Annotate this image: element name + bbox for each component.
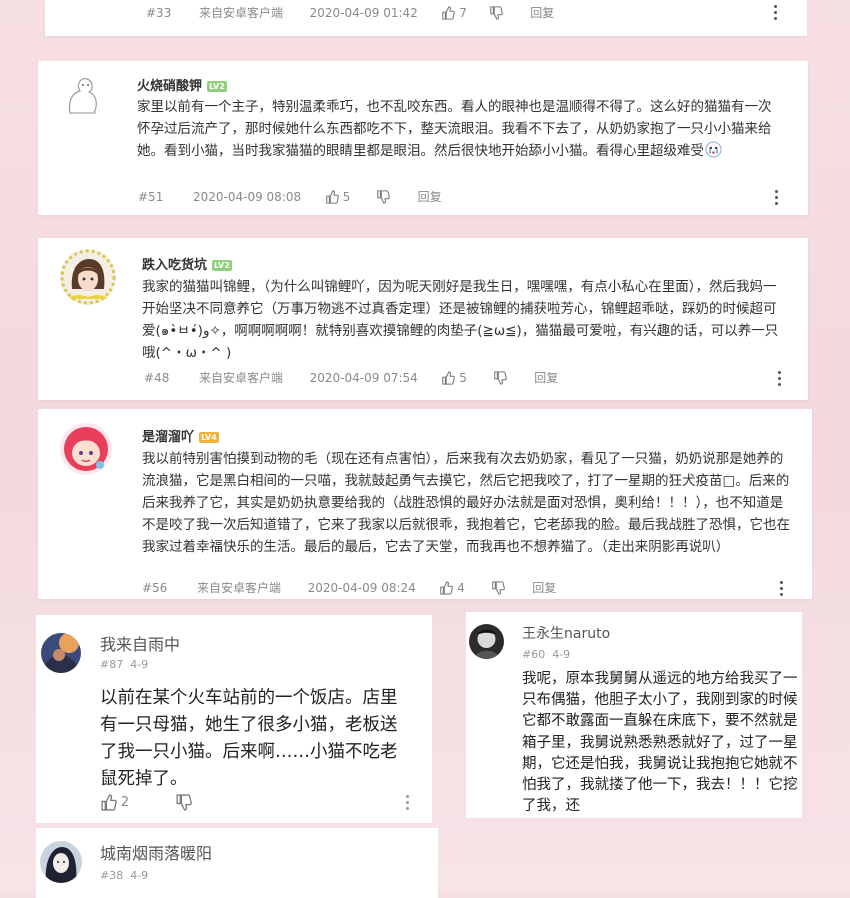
note-meta: #87 4-9: [100, 658, 148, 671]
floor-number: #38: [100, 869, 124, 882]
note-date: 4-9: [130, 869, 149, 882]
comment-text-content: 我以前特别害怕摸到动物的毛（现在还有点害怕），后来我有次去奶奶家，看见了一只猫，…: [142, 451, 790, 555]
crying-emoji-icon: [705, 141, 722, 158]
comment-card-56: 是溜溜吖 LV4 我以前特别害怕摸到动物的毛（现在还有点害怕），后来我有次去奶奶家…: [38, 409, 812, 599]
reply-button[interactable]: 回复: [530, 4, 554, 21]
source-label: 来自安卓客户端: [198, 371, 283, 385]
source-label: 来自安卓客户端: [198, 6, 283, 20]
thumb-down-icon[interactable]: [376, 190, 390, 204]
source-label: 来自安卓客户端: [196, 581, 281, 595]
like-count: 4: [457, 580, 465, 595]
avatar[interactable]: [60, 423, 112, 475]
thumb-down-icon[interactable]: [491, 581, 505, 595]
avatar[interactable]: [469, 624, 504, 659]
avatar[interactable]: [40, 841, 82, 883]
more-vertical-icon[interactable]: [778, 371, 782, 389]
post-time: 2020-04-09 07:54: [309, 370, 418, 385]
post-time: 2020-04-09 08:24: [307, 580, 416, 595]
note-card-60: 王永生naruto #60 4-9 我呢，原本我舅舅从遥远的地方给我买了一只布偶…: [466, 612, 802, 818]
comment-meta: #56 来自安卓客户端 2020-04-09 08:24 4 回复: [142, 579, 556, 596]
like-button[interactable]: 5: [441, 370, 467, 385]
floor-number: #60: [522, 648, 546, 661]
thumb-down-icon[interactable]: [493, 371, 507, 385]
thumb-up-icon: [100, 794, 117, 811]
comment-text: 我以前特别害怕摸到动物的毛（现在还有点害怕），后来我有次去奶奶家，看见了一只猫，…: [142, 448, 792, 558]
comment-meta: #51 2020-04-09 08:08 5 回复: [138, 188, 442, 205]
comment-meta: #48 来自安卓客户端 2020-04-09 07:54 5 回复: [144, 369, 558, 386]
note-text: 我呢，原本我舅舅从遥远的地方给我买了一只布偶猫，他胆子太小了，我刚到家的时候它都…: [522, 669, 800, 818]
note-text-content: 我呢，原本我舅舅从遥远的地方给我买了一只布偶猫，他胆子太小了，我刚到家的时候它都…: [522, 671, 798, 815]
comment-card-33: #33 来自安卓客户端 2020-04-09 01:42 7 回复: [45, 0, 807, 36]
like-button[interactable]: 2: [100, 794, 129, 811]
more-vertical-icon[interactable]: [780, 581, 784, 599]
note-text-content: 以前在某个火车站前的一个饭店。店里有一只母猫，她生了很多小猫，老板送了我一只小猫…: [100, 688, 398, 789]
level-badge: LV4: [199, 432, 219, 443]
comment-card-51: 火烧硝酸钾 LV2 家里以前有一个主子，特别温柔乖巧，也不乱咬东西。看人的眼神也是…: [38, 61, 808, 215]
note-date: 4-9: [552, 648, 571, 661]
floor-number: #51: [138, 189, 164, 204]
avatar[interactable]: [60, 73, 104, 117]
thumb-up-icon: [441, 6, 455, 20]
comment-text: 家里以前有一个主子，特别温柔乖巧，也不乱咬东西。看人的眼神也是温顺得不得了。这么…: [137, 96, 782, 162]
note-card-38: 城南烟雨落暖阳 #38 4-9: [36, 828, 438, 898]
username-text: 跌入吃货坑: [142, 258, 208, 273]
comment-card-48: 跌入吃货坑 LV2 我家的猫猫叫锦鲤，（为什么叫锦鲤吖，因为呢天刚好是我生日，嘿嘿…: [38, 238, 808, 400]
like-button[interactable]: 4: [439, 580, 465, 595]
comment-meta: #33 来自安卓客户端 2020-04-09 01:42 7 回复: [146, 4, 554, 21]
thumb-up-icon: [441, 371, 455, 385]
username[interactable]: 跌入吃货坑 LV2: [142, 254, 232, 273]
comment-text-content: 家里以前有一个主子，特别温柔乖巧，也不乱咬东西。看人的眼神也是温顺得不得了。这么…: [137, 99, 772, 159]
avatar[interactable]: [60, 249, 116, 305]
username-text: 火烧硝酸钾: [137, 79, 203, 94]
reply-button[interactable]: 回复: [534, 369, 558, 386]
username[interactable]: 王永生naruto: [522, 623, 610, 643]
reply-button[interactable]: 回复: [418, 188, 442, 205]
more-vertical-icon[interactable]: [774, 5, 778, 23]
thumb-up-icon: [325, 190, 339, 204]
floor-number: #48: [144, 370, 170, 385]
floor-number: #56: [142, 580, 168, 595]
username[interactable]: 我来自雨中: [100, 631, 180, 655]
more-vertical-icon[interactable]: [406, 795, 410, 813]
note-meta: #60 4-9: [522, 648, 570, 661]
thumb-down-icon[interactable]: [175, 794, 192, 811]
level-badge: LV2: [207, 81, 227, 92]
avatar[interactable]: [41, 633, 81, 673]
username[interactable]: 城南烟雨落暖阳: [100, 840, 212, 864]
like-button[interactable]: 7: [441, 5, 467, 20]
like-count: 7: [459, 5, 467, 20]
post-time: 2020-04-09 08:08: [192, 189, 302, 204]
thumb-up-icon: [439, 581, 453, 595]
floor-number: #33: [146, 5, 172, 20]
level-badge: LV2: [212, 260, 232, 271]
note-text: 以前在某个火车站前的一个饭店。店里有一只母猫，她生了很多小猫，老板送了我一只小猫…: [100, 685, 414, 793]
like-count: 2: [120, 795, 130, 810]
note-actions: 2: [100, 794, 192, 811]
comment-text: 我家的猫猫叫锦鲤，（为什么叫锦鲤吖，因为呢天刚好是我生日，嘿嘿嘿，有点小私心在里…: [142, 276, 786, 364]
like-count: 5: [459, 370, 467, 385]
note-card-87: 我来自雨中 #87 4-9 以前在某个火车站前的一个饭店。店里有一只母猫，她生了…: [36, 615, 432, 823]
note-meta: #38 4-9: [100, 869, 148, 882]
comment-text-content: 我家的猫猫叫锦鲤，（为什么叫锦鲤吖，因为呢天刚好是我生日，嘿嘿嘿，有点小私心在里…: [142, 279, 779, 361]
floor-number: #87: [100, 658, 124, 671]
like-count: 5: [342, 189, 351, 204]
post-time: 2020-04-09 01:42: [309, 5, 418, 20]
username[interactable]: 火烧硝酸钾 LV2: [137, 75, 227, 94]
more-vertical-icon[interactable]: [775, 190, 779, 208]
thumb-down-icon[interactable]: [489, 6, 503, 20]
username-text: 是溜溜吖: [142, 430, 195, 445]
reply-button[interactable]: 回复: [532, 579, 556, 596]
username[interactable]: 是溜溜吖 LV4: [142, 426, 219, 445]
note-date: 4-9: [130, 658, 149, 671]
like-button[interactable]: 5: [325, 189, 350, 204]
